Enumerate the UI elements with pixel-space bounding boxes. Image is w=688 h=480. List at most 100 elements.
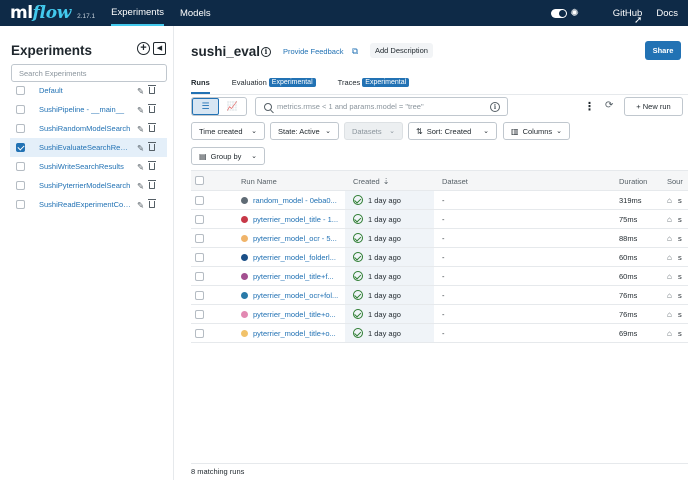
group-by-dropdown[interactable]: ▤ Group by ⌄ — [191, 147, 265, 165]
experiment-item[interactable]: SushiPyterrierModelSearch ✎ — [10, 176, 167, 195]
select-all-checkbox[interactable] — [195, 176, 204, 185]
add-description-button[interactable]: Add Description — [370, 43, 433, 58]
experiment-checkbox[interactable] — [16, 86, 25, 95]
sort-dropdown[interactable]: ⇅ Sort: Created ⌄ — [408, 122, 497, 140]
experiment-checkbox[interactable] — [16, 181, 25, 190]
list-view-icon[interactable]: ☰ — [192, 98, 220, 115]
datasets-dropdown[interactable]: Datasets ⌄ — [344, 122, 403, 140]
source-value[interactable]: s — [678, 291, 682, 300]
time-created-dropdown[interactable]: Time created ⌄ — [191, 122, 265, 140]
state-dropdown[interactable]: State: Active ⌄ — [270, 122, 339, 140]
experiment-item[interactable]: SushiReadExperimentCollection ✎ — [10, 195, 167, 214]
tab-traces[interactable]: Traces Experimental — [338, 78, 410, 94]
kebab-menu-icon[interactable]: ⋮ — [584, 100, 595, 113]
source-value[interactable]: s — [678, 215, 682, 224]
table-row[interactable]: pyterrier_model_ocr - 5... 1 day ago - 88ms… — [191, 229, 688, 248]
header-duration[interactable]: Duration — [619, 177, 647, 186]
experiment-checkbox[interactable] — [16, 200, 25, 209]
mlflow-logo[interactable]: ml flow 2.17.1 — [10, 3, 95, 23]
row-checkbox[interactable] — [195, 196, 204, 205]
experiment-name[interactable]: SushiEvaluateSearchResults — [39, 143, 131, 152]
dark-mode-toggle[interactable] — [551, 8, 568, 18]
row-checkbox[interactable] — [195, 253, 204, 262]
run-color-dot[interactable] — [241, 273, 248, 280]
table-row[interactable]: pyterrier_model_ocr+fol... 1 day ago - 76ms… — [191, 286, 688, 305]
experiment-checkbox[interactable] — [16, 124, 25, 133]
nav-models[interactable]: Models — [180, 0, 211, 26]
chart-view-icon[interactable]: 📈 — [219, 98, 246, 115]
pencil-icon[interactable]: ✎ — [137, 124, 144, 135]
external-link-icon[interactable]: ⧉ — [352, 46, 358, 57]
experiment-item[interactable]: SushiEvaluateSearchResults ✎ — [10, 138, 167, 157]
table-row[interactable]: pyterrier_model_title+o... 1 day ago - 76ms… — [191, 305, 688, 324]
run-color-dot[interactable] — [241, 235, 248, 242]
pencil-icon[interactable]: ✎ — [137, 200, 144, 211]
source-value[interactable]: s — [678, 310, 682, 319]
source-value[interactable]: s — [678, 272, 682, 281]
run-color-dot[interactable] — [241, 311, 248, 318]
run-name-link[interactable]: pyterrier_model_title - 1... — [253, 215, 339, 224]
header-run-name[interactable]: Run Name — [241, 177, 277, 186]
trash-icon[interactable] — [148, 180, 156, 189]
run-name-link[interactable]: pyterrier_model_ocr+fol... — [253, 291, 339, 300]
experiment-item[interactable]: Default ✎ — [10, 81, 167, 100]
search-experiments-input[interactable] — [11, 64, 167, 82]
tab-evaluation[interactable]: Evaluation Experimental — [232, 78, 316, 94]
share-button[interactable]: Share — [645, 41, 681, 60]
run-color-dot[interactable] — [241, 330, 248, 337]
docs-link[interactable]: Docs — [656, 8, 678, 19]
run-color-dot[interactable] — [241, 216, 248, 223]
info-icon[interactable]: i — [261, 47, 271, 57]
trash-icon[interactable] — [148, 123, 156, 132]
experiment-name[interactable]: SushiWriteSearchResults — [39, 162, 131, 171]
header-created[interactable]: Created ⇣ — [353, 177, 389, 186]
pencil-icon[interactable]: ✎ — [137, 181, 144, 192]
filter-info-icon[interactable]: i — [490, 102, 500, 112]
row-checkbox[interactable] — [195, 234, 204, 243]
source-value[interactable]: s — [678, 253, 682, 262]
experiment-checkbox[interactable] — [16, 105, 25, 114]
trash-icon[interactable] — [148, 104, 156, 113]
collapse-sidebar-icon[interactable]: ◀ — [153, 42, 166, 55]
run-name-link[interactable]: pyterrier_model_folderl... — [253, 253, 339, 262]
refresh-icon[interactable]: ⟳ — [605, 100, 613, 111]
row-checkbox[interactable] — [195, 291, 204, 300]
table-row[interactable]: pyterrier_model_title+f... 1 day ago - 60ms… — [191, 267, 688, 286]
run-filter-input[interactable] — [277, 102, 497, 111]
run-color-dot[interactable] — [241, 292, 248, 299]
trash-icon[interactable] — [148, 142, 156, 151]
tab-runs[interactable]: Runs — [191, 78, 210, 94]
experiment-name[interactable]: Default — [39, 86, 131, 95]
table-row[interactable]: pyterrier_model_folderl... 1 day ago - 60ms… — [191, 248, 688, 267]
experiment-checkbox[interactable] — [16, 143, 25, 152]
pencil-icon[interactable]: ✎ — [137, 105, 144, 116]
pencil-icon[interactable]: ✎ — [137, 143, 144, 154]
trash-icon[interactable] — [148, 85, 156, 94]
run-name-link[interactable]: pyterrier_model_ocr - 5... — [253, 234, 339, 243]
experiment-checkbox[interactable] — [16, 162, 25, 171]
row-checkbox[interactable] — [195, 272, 204, 281]
run-color-dot[interactable] — [241, 197, 248, 204]
experiment-name[interactable]: SushiPyterrierModelSearch — [39, 181, 131, 190]
run-name-link[interactable]: pyterrier_model_title+o... — [253, 329, 339, 338]
table-row[interactable]: pyterrier_model_title+o... 1 day ago - 69ms… — [191, 324, 688, 343]
pencil-icon[interactable]: ✎ — [137, 86, 144, 97]
experiment-name[interactable]: SushiReadExperimentCollection — [39, 200, 131, 209]
source-value[interactable]: s — [678, 329, 682, 338]
provide-feedback-link[interactable]: Provide Feedback — [283, 47, 343, 56]
header-dataset[interactable]: Dataset — [442, 177, 468, 186]
experiment-item[interactable]: SushiWriteSearchResults ✎ — [10, 157, 167, 176]
run-name-link[interactable]: pyterrier_model_title+f... — [253, 272, 339, 281]
source-value[interactable]: s — [678, 196, 682, 205]
row-checkbox[interactable] — [195, 310, 204, 319]
nav-experiments[interactable]: Experiments — [111, 0, 164, 26]
table-row[interactable]: random_model - 0eba0... 1 day ago - 319ms ⌂ s — [191, 191, 688, 210]
experiment-name[interactable]: SushiRandomModelSearch — [39, 124, 131, 133]
table-row[interactable]: pyterrier_model_title - 1... 1 day ago - 75… — [191, 210, 688, 229]
trash-icon[interactable] — [148, 199, 156, 208]
experiment-item[interactable]: SushiPipeline - __main__ ✎ — [10, 100, 167, 119]
run-color-dot[interactable] — [241, 254, 248, 261]
run-name-link[interactable]: random_model - 0eba0... — [253, 196, 339, 205]
new-run-button[interactable]: + New run — [624, 97, 683, 116]
trash-icon[interactable] — [148, 161, 156, 170]
